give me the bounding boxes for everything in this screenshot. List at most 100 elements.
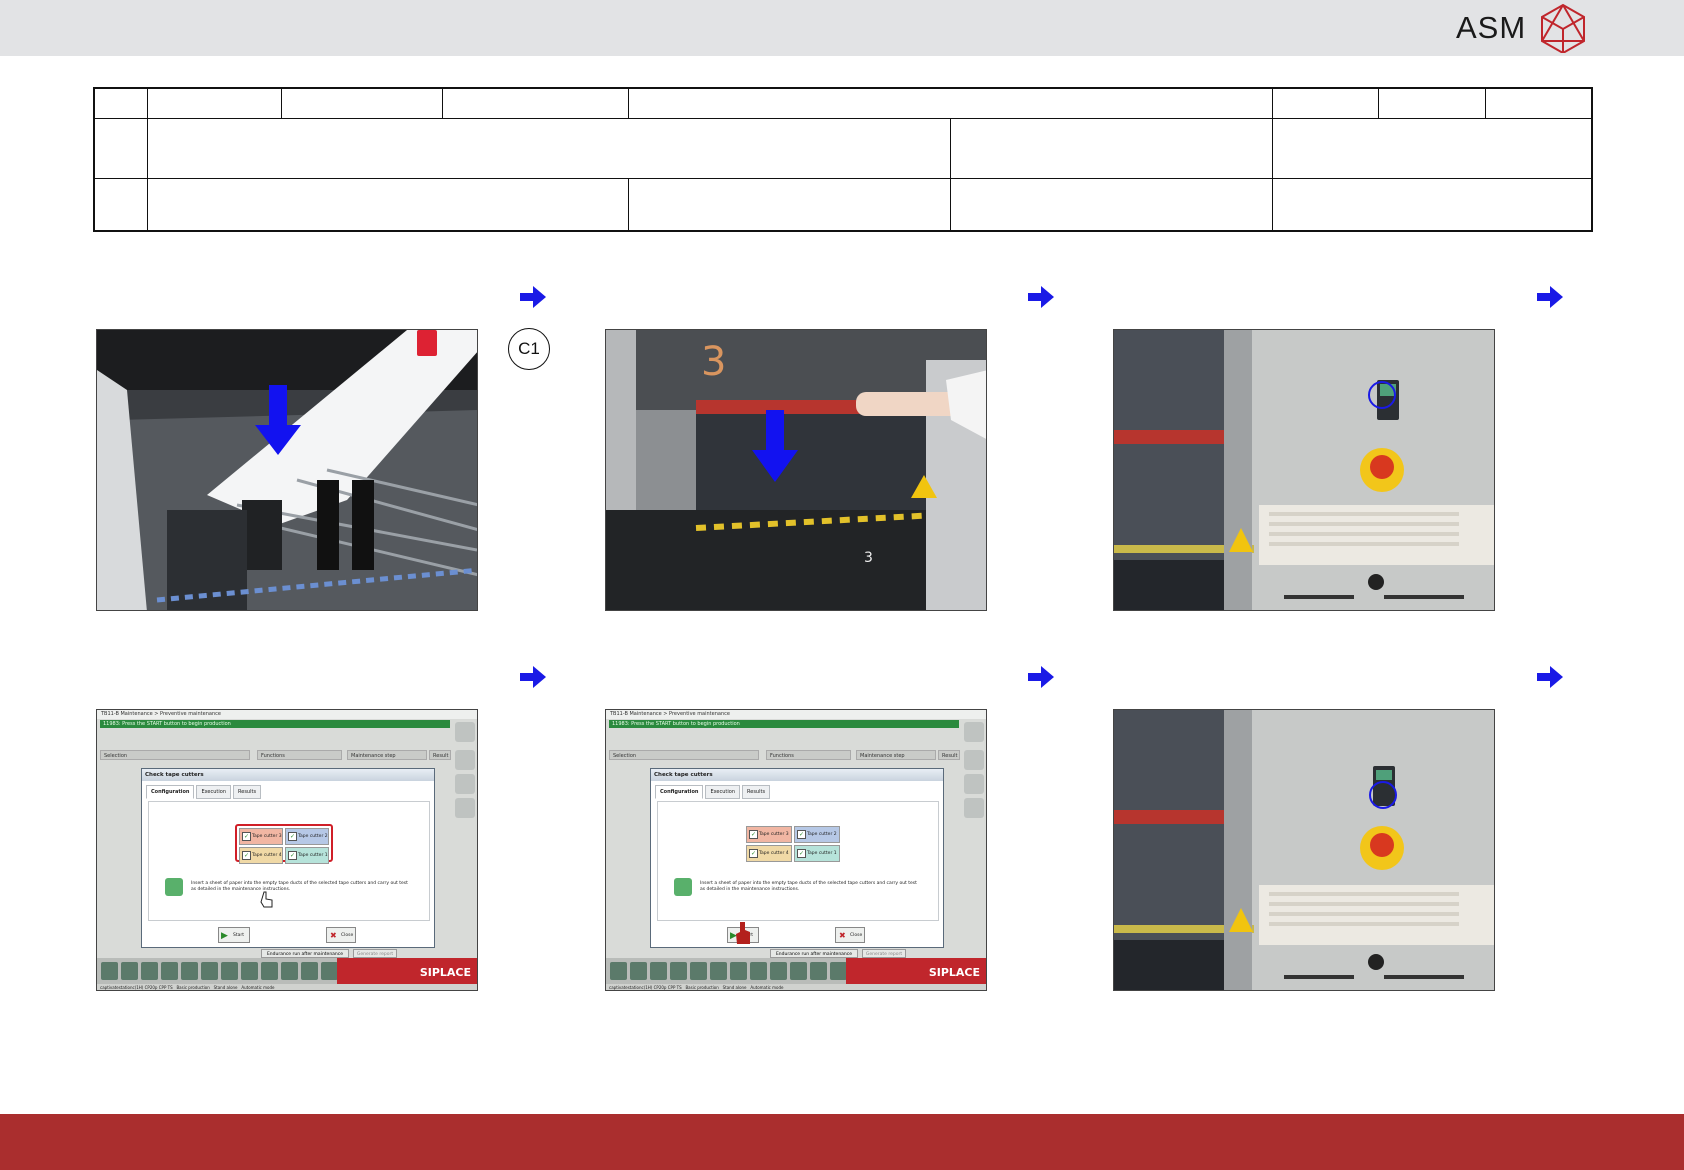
generate-report-button[interactable]: Generate report (353, 949, 397, 958)
toolbar-icon[interactable] (690, 962, 707, 980)
photo-close-cover: 3 3 (605, 329, 987, 611)
toolbar-icon[interactable] (750, 962, 767, 980)
top-bar: ASM (0, 0, 1684, 56)
column-header: Maintenance step (347, 750, 427, 760)
column-header: Functions (257, 750, 342, 760)
logo-mark-icon (1541, 3, 1586, 53)
side-toolbar-button[interactable] (964, 798, 984, 818)
tape-cutter-grid: Tape cutter 3 Tape cutter 2 Tape cutter … (744, 824, 842, 862)
toolbar-icon[interactable] (221, 962, 238, 980)
toolbar-icon[interactable] (770, 962, 787, 980)
next-step-arrow-icon (520, 666, 546, 688)
header-cell (949, 177, 1273, 232)
tape-cutter-checkbox[interactable]: Tape cutter 4 (746, 845, 792, 862)
tab-configuration[interactable]: Configuration (655, 785, 704, 799)
status-alone: Stand alone (213, 985, 238, 990)
side-toolbar-button[interactable] (964, 750, 984, 770)
column-header: Maintenance step (856, 750, 936, 760)
status-bar: captivatestationc(1H) CP20p CPP TS Basic… (97, 984, 477, 990)
toolbar-icon[interactable] (201, 962, 218, 980)
toolbar-icon[interactable] (321, 962, 338, 980)
photo-indicator-bottom (1113, 709, 1495, 991)
close-button[interactable]: Close (835, 927, 865, 944)
column-header: Selection (100, 750, 250, 760)
dialog-title: Check tape cutters (651, 769, 943, 781)
column-header: Result (429, 750, 451, 760)
status-mode: Automatic mode (750, 985, 784, 990)
info-icon (674, 878, 692, 896)
tape-cutter-checkbox[interactable]: Tape cutter 3 (239, 828, 283, 845)
toolbar-icon[interactable] (121, 962, 138, 980)
side-toolbar-button[interactable] (455, 722, 475, 742)
status-mode: Automatic mode (241, 985, 275, 990)
side-toolbar-button[interactable] (964, 774, 984, 794)
header-cell (1271, 117, 1593, 179)
photo-indicator-top (1113, 329, 1495, 611)
header-cell (949, 117, 1273, 179)
status-bar: captivatestationc(1H) CP20p CPP TS Basic… (606, 984, 986, 990)
screen-check-tape-cutters-start: TB11-B Maintenance > Preventive maintena… (605, 709, 987, 991)
toolbar-icon[interactable] (101, 962, 118, 980)
header-cell (93, 87, 148, 119)
toolbar-icon[interactable] (630, 962, 647, 980)
toolbar-icon[interactable] (241, 962, 258, 980)
toolbar-icon[interactable] (790, 962, 807, 980)
step-badge: C1 (508, 328, 550, 370)
status-alone: Stand alone (722, 985, 747, 990)
tape-cutter-checkbox[interactable]: Tape cutter 4 (239, 847, 283, 864)
tab-results[interactable]: Results (742, 785, 771, 799)
next-step-arrow-icon (1028, 666, 1054, 688)
window-title: TB11-B Maintenance > Preventive maintena… (97, 710, 477, 719)
status-message: 11983: Press the START button to begin p… (100, 720, 450, 728)
tape-cutter-checkbox[interactable]: Tape cutter 2 (285, 828, 329, 845)
check-tape-cutters-dialog: Check tape cutters Configuration Executi… (650, 768, 944, 948)
header-cell (1377, 87, 1486, 119)
header-cell (627, 87, 1273, 119)
side-toolbar-button[interactable] (455, 798, 475, 818)
endurance-run-button[interactable]: Endurance run after maintenance (770, 949, 858, 958)
tab-execution[interactable]: Execution (196, 785, 231, 799)
siplace-brand: SIPLACE (846, 958, 986, 984)
tape-cutter-checkbox[interactable]: Tape cutter 3 (746, 826, 792, 843)
toolbar-icon[interactable] (181, 962, 198, 980)
status-production: Basic production (685, 985, 719, 990)
toolbar-icon[interactable] (730, 962, 747, 980)
endurance-run-button[interactable]: Endurance run after maintenance (261, 949, 349, 958)
toolbar-icon[interactable] (610, 962, 627, 980)
start-button[interactable]: Start (218, 927, 250, 944)
generate-report-button[interactable]: Generate report (862, 949, 906, 958)
side-toolbar-button[interactable] (964, 722, 984, 742)
tab-execution[interactable]: Execution (705, 785, 740, 799)
toolbar-icon[interactable] (650, 962, 667, 980)
tab-results[interactable]: Results (233, 785, 262, 799)
tape-cutter-checkbox[interactable]: Tape cutter 1 (794, 845, 840, 862)
check-tape-cutters-dialog: Check tape cutters Configuration Executi… (141, 768, 435, 948)
toolbar-icon[interactable] (141, 962, 158, 980)
header-table (93, 87, 1593, 232)
next-step-arrow-icon (1028, 286, 1054, 308)
toolbar-icon[interactable] (281, 962, 298, 980)
side-toolbar-button[interactable] (455, 750, 475, 770)
photo-insert-paper (96, 329, 478, 611)
close-button[interactable]: Close (326, 927, 356, 944)
toolbar-icon[interactable] (710, 962, 727, 980)
tape-cutter-checkbox[interactable]: Tape cutter 2 (794, 826, 840, 843)
tab-configuration[interactable]: Configuration (146, 785, 195, 799)
toolbar-icon[interactable] (670, 962, 687, 980)
instruction-text: Insert a sheet of paper into the empty t… (191, 881, 408, 892)
toolbar-icon[interactable] (301, 962, 318, 980)
dialog-title: Check tape cutters (142, 769, 434, 781)
hand-cursor-icon (260, 891, 273, 908)
tape-cutter-checkbox[interactable]: Tape cutter 1 (285, 847, 329, 864)
footer-bar (0, 1114, 1684, 1170)
header-cell (1271, 177, 1593, 232)
side-toolbar-button[interactable] (455, 774, 475, 794)
toolbar-icon[interactable] (161, 962, 178, 980)
toolbar-icon[interactable] (830, 962, 847, 980)
toolbar-icon[interactable] (261, 962, 278, 980)
dialog-body: Tape cutter 3 Tape cutter 2 Tape cutter … (657, 801, 939, 921)
header-cell (280, 87, 443, 119)
tape-cutter-grid: Tape cutter 3 Tape cutter 2 Tape cutter … (235, 824, 333, 864)
toolbar-icon[interactable] (810, 962, 827, 980)
logo-text: ASM (1456, 10, 1527, 45)
